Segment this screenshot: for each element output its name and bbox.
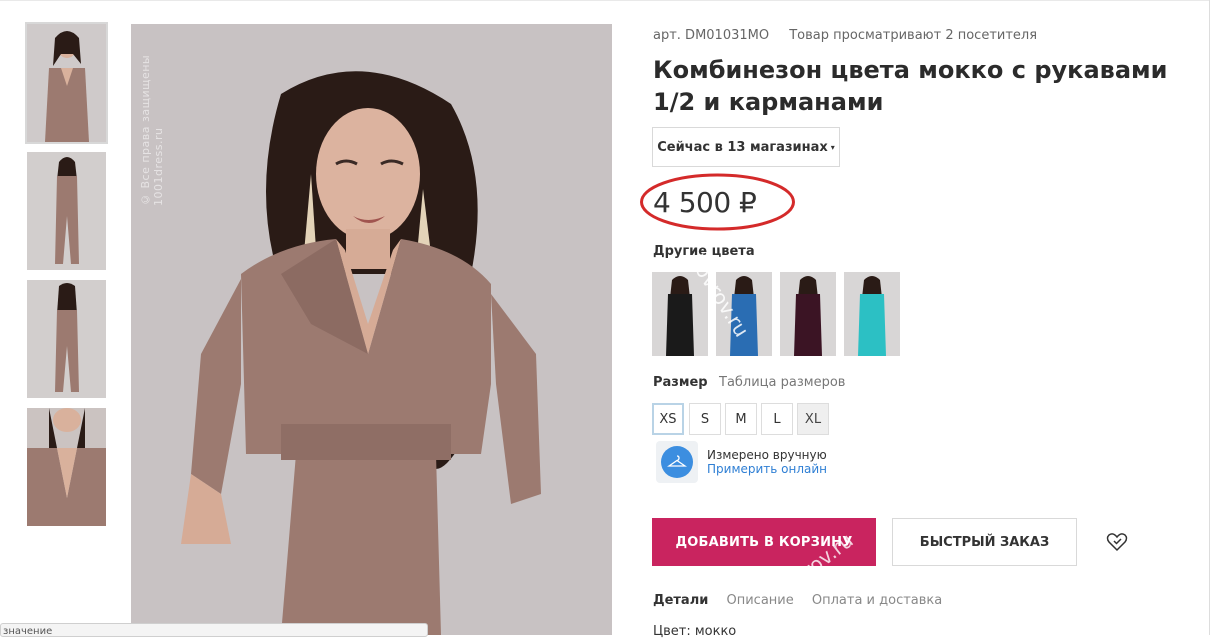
size-table-link[interactable]: Таблица размеров: [719, 375, 845, 390]
tab-description[interactable]: Описание: [726, 593, 793, 608]
viewers-count: Товар просматривают 2 посетителя: [789, 28, 1038, 43]
size-option-xl[interactable]: XL: [797, 403, 829, 435]
stores-availability-button[interactable]: Сейчас в 13 магазинах ▾: [652, 127, 840, 167]
photo-watermark: © Все права защищены 1001dress.ru: [139, 54, 165, 206]
hanger-icon: [661, 446, 693, 478]
heart-icon[interactable]: [1105, 530, 1129, 554]
size-option-xs[interactable]: XS: [652, 403, 684, 435]
top-divider: [0, 0, 1210, 1]
tab-payment-delivery[interactable]: Оплата и доставка: [812, 593, 942, 608]
article-number: арт. DM01031MO: [653, 28, 770, 43]
price-highlight-ellipse: [640, 173, 795, 231]
product-title: Комбинезон цвета мокко с рукавами 1/2 и …: [653, 56, 1168, 116]
quick-order-button[interactable]: БЫСТРЫЙ ЗАКАЗ: [892, 518, 1077, 566]
measured-icon-box: [656, 441, 698, 483]
thumbnail-4[interactable]: [27, 408, 106, 526]
color-swatch-turquoise[interactable]: [844, 272, 900, 356]
product-meta: арт. DM01031MO Товар просматривают 2 пос…: [653, 28, 1053, 43]
color-detail: Цвет: мокко: [653, 624, 737, 639]
size-option-s[interactable]: S: [689, 403, 721, 435]
color-swatch-burgundy[interactable]: [780, 272, 836, 356]
thumbnail-3[interactable]: [27, 280, 106, 398]
chevron-down-icon: ▾: [830, 142, 835, 152]
size-option-l[interactable]: L: [761, 403, 793, 435]
thumbnail-1[interactable]: [25, 22, 108, 144]
size-option-m[interactable]: M: [725, 403, 757, 435]
main-product-photo[interactable]: [131, 24, 612, 635]
thumbnail-2[interactable]: [27, 152, 106, 270]
measured-by-hand-text: Измерено вручную: [707, 448, 827, 462]
tab-details[interactable]: Детали: [653, 593, 708, 608]
size-label: Размер: [653, 375, 708, 390]
stores-button-label: Сейчас в 13 магазинах: [657, 139, 828, 155]
product-tabs: Детали Описание Оплата и доставка: [653, 593, 956, 608]
try-online-link[interactable]: Примерить онлайн: [707, 462, 827, 476]
